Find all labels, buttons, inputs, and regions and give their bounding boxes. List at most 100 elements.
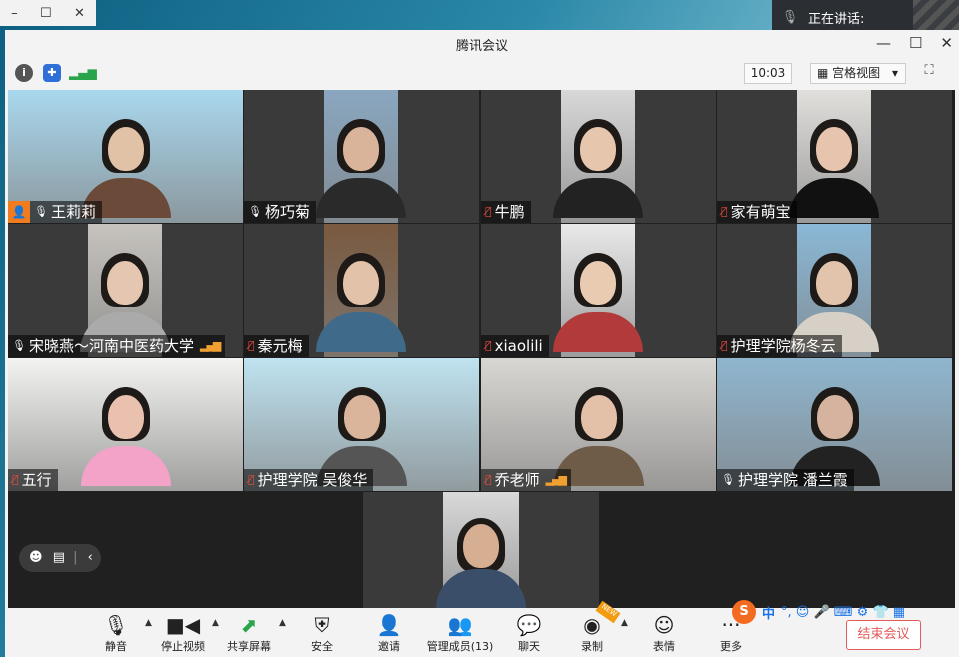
person-face [816, 127, 852, 172]
video-feed [316, 224, 406, 357]
shield-icon[interactable]: ✚ [43, 64, 61, 82]
video-feed [436, 492, 526, 608]
participant-tile[interactable] [363, 492, 599, 608]
participant-tile[interactable]: 🎙̸ 五行 [8, 358, 243, 491]
person-body [553, 311, 643, 352]
microphone-icon: 🎙 [34, 205, 48, 218]
participant-tile[interactable]: 🎙̸ xiaolili [481, 224, 716, 357]
participant-label: 🎙̸ 牛鹏 [481, 201, 531, 223]
microphone-muted-icon: 🎙̸ [485, 205, 492, 218]
participant-label: 🎙 杨巧菊 [244, 201, 316, 223]
participant-tile[interactable]: 🎙̸ 牛鹏 [481, 90, 716, 223]
chat-controls: ☻ ▤ | ‹ [19, 544, 101, 572]
share-caret-icon[interactable]: ▲ [279, 618, 286, 628]
window-controls: — ☐ ✕ [876, 34, 953, 52]
participant-name: xiaolili [494, 337, 543, 355]
participant-name: 护理学院杨冬云 [730, 337, 836, 355]
participant-tile[interactable]: 🎙 护理学院 潘兰霞 [717, 358, 952, 491]
ime-toolbar: S 中 °, ☺ 🎤 ⌨ ⚙ 👕 ▦ [732, 600, 937, 624]
smiley-icon: ☺ [653, 613, 675, 637]
record-caret-icon[interactable]: ▲ [621, 618, 628, 628]
fullscreen-icon[interactable]: ⛶ [918, 63, 940, 84]
participant-label: 🎙̸ 乔老师 ▂▄▆ [481, 469, 572, 491]
collapse-icon[interactable]: ‹ [88, 550, 93, 565]
microphone-muted-icon: 🎙̸ [248, 339, 255, 352]
microphone-muted-icon: 🎙̸ [721, 339, 728, 352]
video-feed [789, 90, 879, 223]
participant-label: 🎙̸ 五行 [8, 469, 58, 491]
participant-name: 王莉莉 [50, 203, 96, 221]
participant-name: 乔老师 [494, 471, 540, 489]
shield-icon: ⛨ [314, 613, 330, 637]
person-body [316, 177, 406, 218]
participant-tile[interactable]: 🎙̸ 乔老师 ▂▄▆ [481, 358, 716, 491]
sogou-logo[interactable]: S [732, 600, 756, 624]
microphone-muted-icon: 🎙̸ [721, 205, 728, 218]
participant-name: 护理学院 潘兰霞 [737, 471, 848, 489]
person-face [107, 127, 144, 172]
person-face [580, 127, 616, 172]
person-face [107, 261, 143, 306]
chat-icon: 💬 [516, 613, 542, 637]
grid-icon: ▦ [817, 66, 829, 80]
microphone-icon: 🎙 [248, 205, 262, 218]
person-face [343, 261, 379, 306]
participant-tile[interactable]: 🎙 杨巧菊 [244, 90, 479, 223]
person-face [463, 524, 499, 569]
meeting-window: 腾讯会议 — ☐ ✕ i ✚ ▂▄▆ 10:03 ▦ 宫格视图 ▾ ⛶ 👤 🎙 王莉… [5, 30, 959, 657]
camera-icon: ■◀ [165, 613, 201, 637]
bg-minimize-button[interactable]: – [11, 6, 18, 21]
participant-tile[interactable]: 🎙̸ 护理学院杨冬云 [717, 224, 952, 357]
participant-label: 🎙̸ 家有萌宝 [717, 201, 797, 223]
participant-tile[interactable]: 🎙̸ 家有萌宝 [717, 90, 952, 223]
share-screen-button[interactable]: ⬈ 共享屏幕 [218, 612, 280, 654]
security-button[interactable]: ⛨ 安全 [291, 612, 353, 654]
participant-name: 秦元梅 [257, 337, 303, 355]
participant-tile[interactable]: 👤 🎙 王莉莉 [8, 90, 243, 223]
window-title: 腾讯会议 [455, 38, 508, 54]
bg-close-button[interactable]: ✕ [74, 6, 85, 21]
mute-button[interactable]: 🎙 静音 [85, 612, 147, 654]
bg-maximize-button[interactable]: ☐ [40, 6, 52, 21]
members-button[interactable]: 👥 管理成员(13) [425, 612, 495, 654]
emoji-icon[interactable]: ☻ [29, 550, 43, 565]
person-body [789, 177, 879, 218]
person-face [580, 395, 617, 440]
video-feed [553, 224, 643, 357]
view-selector[interactable]: ▦ 宫格视图 ▾ [810, 63, 906, 84]
microphone-icon: 🎙 [103, 613, 129, 637]
participant-tile[interactable]: 🎙̸ 秦元梅 [244, 224, 479, 357]
person-face [343, 395, 380, 440]
microphone-icon: 🎙 [781, 9, 799, 25]
invite-button[interactable]: 👤 邀请 [358, 612, 420, 654]
stop-video-button[interactable]: ■◀ 停止视频 [152, 612, 214, 654]
person-face [816, 395, 853, 440]
end-meeting-button[interactable]: 结束会议 [846, 620, 921, 650]
participant-tile[interactable]: 🎙̸ 护理学院 吴俊华 [244, 358, 479, 491]
person-body [80, 445, 171, 486]
participant-name: 牛鹏 [494, 203, 525, 221]
video-feed [316, 90, 406, 223]
person-face [580, 261, 616, 306]
person-body [553, 177, 643, 218]
microphone-muted-icon: 🎙̸ [485, 339, 492, 352]
signal-icon[interactable]: ▂▄▆ [69, 64, 97, 82]
ime-tools[interactable]: °, ☺ 🎤 ⌨ ⚙ 👕 ▦ [781, 605, 905, 620]
ime-language[interactable]: 中 [762, 603, 775, 622]
maximize-button[interactable]: ☐ [909, 34, 922, 52]
minimize-button[interactable]: — [876, 34, 891, 52]
participant-label: 🎙̸ 护理学院杨冬云 [717, 335, 842, 357]
chat-icon[interactable]: ▤ [53, 550, 65, 565]
participant-label: 🎙 护理学院 潘兰霞 [717, 469, 854, 491]
person-body [316, 311, 406, 352]
reactions-button[interactable]: ☺ 表情 [633, 612, 695, 654]
participant-name: 家有萌宝 [730, 203, 791, 221]
close-button[interactable]: ✕ [940, 34, 953, 52]
chat-button[interactable]: 💬 聊天 [498, 612, 560, 654]
participant-tile[interactable]: 🎙 宋晓燕～河南中医药大学 ▂▄▆ [8, 224, 243, 357]
info-icon[interactable]: i [15, 64, 33, 82]
chevron-down-icon: ▾ [892, 66, 899, 80]
mute-caret-icon[interactable]: ▲ [145, 618, 152, 628]
microphone-muted-icon: 🎙̸ [485, 473, 492, 486]
background-window-controls: – ☐ ✕ [0, 0, 96, 26]
